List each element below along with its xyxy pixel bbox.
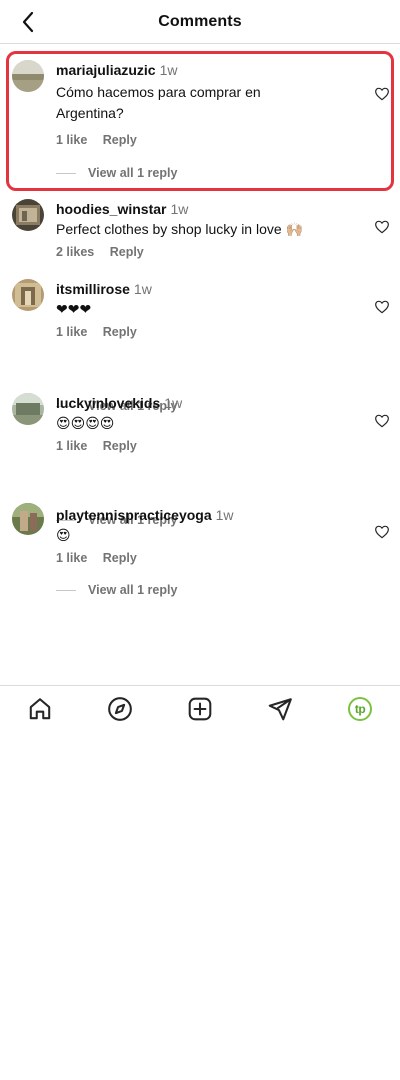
explore-icon	[108, 696, 132, 721]
comment-username[interactable]: luckyinlovekids	[56, 395, 160, 411]
view-replies-button[interactable]: View all 1 reply	[56, 583, 177, 597]
comment-text: ❤❤❤	[56, 301, 92, 317]
comment-item: playtennispracticeyoga 1w 😍 1 like Reply …	[0, 503, 400, 605]
avatar[interactable]	[12, 279, 44, 311]
avatar[interactable]	[12, 393, 44, 425]
back-button[interactable]	[14, 8, 42, 36]
heart-icon[interactable]	[374, 413, 390, 429]
comment-time: 1w	[164, 395, 183, 411]
comment-item: luckyinlovekids 1w 😍😍😍😍 1 like Reply View…	[0, 391, 400, 527]
app: Comments mariajuliazuzic 1w Cómo hacemos …	[0, 0, 400, 1080]
comment-item: hoodies_winstar 1w Perfect clothes by sho…	[0, 197, 400, 267]
like-count[interactable]: 2 likes	[56, 245, 94, 259]
reply-divider	[56, 172, 76, 174]
create-icon	[188, 697, 212, 720]
like-count[interactable]: 1 like	[56, 439, 87, 453]
comment-username[interactable]: playtennispracticeyoga	[56, 507, 212, 523]
comment-time: 1w	[133, 281, 152, 297]
nav-profile[interactable]: tp	[340, 689, 380, 729]
view-replies-label: View all 1 reply	[88, 583, 178, 597]
direct-icon	[268, 697, 292, 720]
avatar[interactable]	[12, 199, 44, 231]
comment-time: 1w	[215, 507, 234, 523]
like-count[interactable]: 1 like	[56, 133, 87, 147]
comment-time: 1w	[159, 62, 178, 78]
comment-username[interactable]: itsmillirose	[56, 281, 130, 297]
comment-username[interactable]: hoodies_winstar	[56, 201, 166, 217]
view-replies-label: View all 1 reply	[88, 166, 178, 180]
avatar[interactable]	[12, 503, 44, 535]
heart-icon[interactable]	[374, 299, 390, 315]
profile-icon: tp	[348, 696, 372, 721]
heart-icon[interactable]	[374, 524, 390, 540]
home-icon	[29, 697, 51, 719]
nav-explore[interactable]	[100, 689, 140, 729]
avatar[interactable]	[12, 60, 44, 92]
reply-button[interactable]: Reply	[103, 551, 137, 565]
comment-text: 😍	[56, 527, 71, 543]
view-replies-button[interactable]: View all 1 reply	[56, 166, 177, 180]
bottom-nav: tp	[0, 685, 400, 731]
like-count[interactable]: 1 like	[56, 325, 87, 339]
comment-time: 1w	[170, 201, 189, 217]
nav-create[interactable]	[180, 689, 220, 729]
heart-icon[interactable]	[374, 219, 390, 235]
comment-item: itsmillirose 1w ❤❤❤ 1 like Reply View all…	[0, 277, 400, 413]
reply-divider	[56, 589, 76, 591]
reply-button[interactable]: Reply	[103, 439, 137, 453]
like-count[interactable]: 1 like	[56, 551, 87, 565]
nav-home[interactable]	[20, 689, 60, 729]
comment-item: mariajuliazuzic 1w Cómo hacemos para comp…	[6, 51, 394, 191]
header: Comments	[0, 0, 400, 44]
comment-username[interactable]: mariajuliazuzic	[56, 62, 156, 78]
comment-text: Perfect clothes by shop lucky in love 🙌🏼	[56, 221, 303, 237]
comment-text-line1: Cómo hacemos para comprar en	[56, 84, 261, 100]
profile-initials: tp	[354, 701, 366, 716]
comment-text: 😍😍😍😍	[56, 415, 115, 431]
comment-text-line2: Argentina?	[56, 105, 124, 121]
heart-icon[interactable]	[374, 86, 390, 102]
reply-button[interactable]: Reply	[110, 245, 144, 259]
reply-button[interactable]: Reply	[103, 133, 137, 147]
nav-direct[interactable]	[260, 689, 300, 729]
chevron-left-icon	[22, 11, 34, 33]
page-title: Comments	[158, 12, 242, 30]
reply-button[interactable]: Reply	[103, 325, 137, 339]
